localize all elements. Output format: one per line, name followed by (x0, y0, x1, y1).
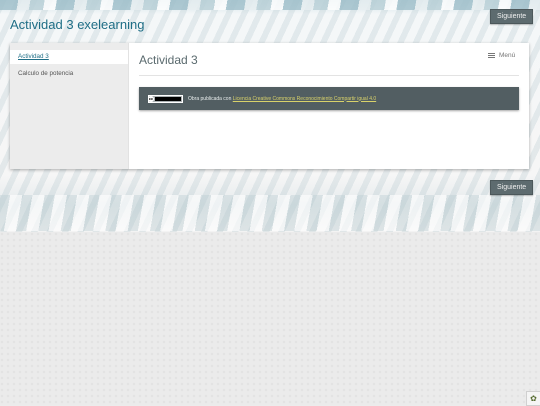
cc-badge-bar (155, 96, 181, 101)
title-divider (139, 75, 519, 76)
menu-label: Menú (499, 52, 516, 59)
sidebar-nav: Actividad 3 Calculo de potencia (10, 43, 129, 169)
license-box: cc Obra publicada con Licencia Creative … (139, 87, 519, 110)
hamburger-icon (488, 53, 495, 58)
sidebar-item-actividad-3[interactable]: Actividad 3 (10, 50, 128, 64)
license-prefix: Obra publicada con (188, 95, 233, 102)
next-button-bottom[interactable]: Siguiente (490, 180, 534, 195)
sidebar-item-calculo-de-potencia[interactable]: Calculo de potencia (10, 67, 128, 81)
cc-logo-icon: cc (148, 95, 154, 102)
license-link[interactable]: Licencia Creative Commons Reconocimiento… (233, 96, 376, 102)
license-text: Obra publicada con Licencia Creative Com… (188, 96, 376, 102)
site-title: Actividad 3 exelearning (10, 17, 145, 32)
menu-toggle-button[interactable]: Menú (488, 52, 515, 59)
banner-top-pattern (0, 0, 540, 10)
next-button-top[interactable]: Siguiente (490, 9, 534, 24)
banner-bottom-pattern (0, 195, 540, 231)
creative-commons-badge-icon[interactable]: cc (148, 94, 183, 103)
page-background (0, 232, 540, 405)
page-title: Actividad 3 (139, 53, 198, 67)
exelearning-logo-icon[interactable]: ✿ (526, 391, 540, 406)
